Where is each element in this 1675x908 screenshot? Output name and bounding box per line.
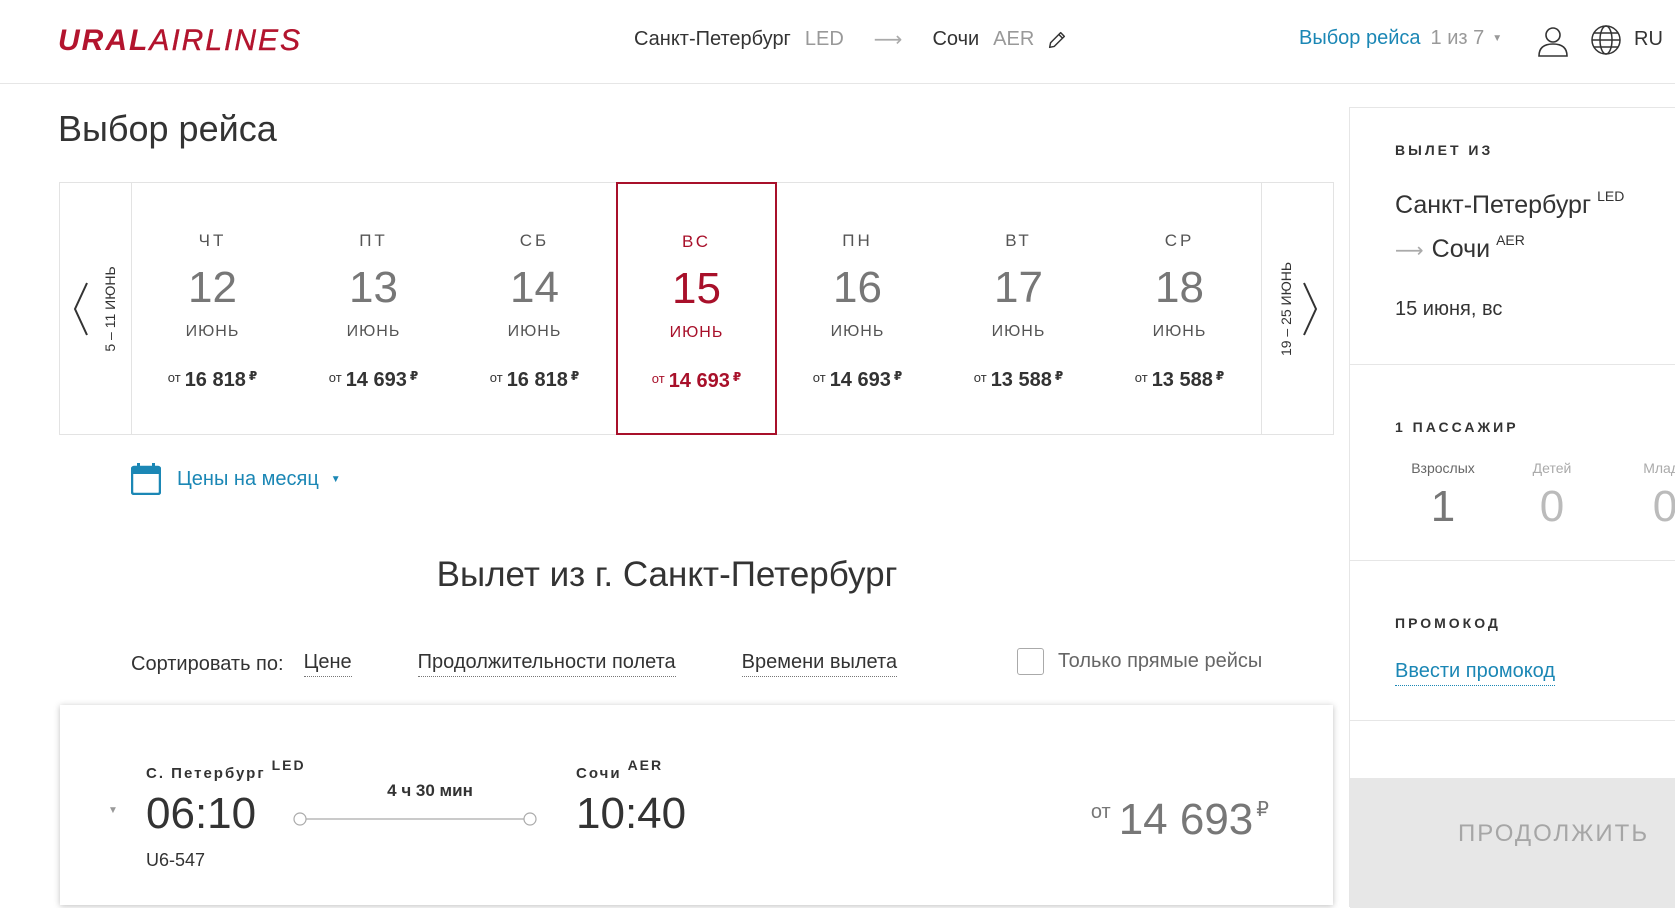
infants-count[interactable]: Младе 0 [1625,460,1675,532]
route-to-code: AER [993,28,1035,50]
flight-card[interactable]: ▼ С. Петербург LED 06:10 U6-547 4 ч 30 ми… [60,705,1333,905]
chevron-right-icon [1303,282,1318,335]
date-price: от 13 588 ₽ [973,369,1064,391]
date-price: от 16 818 ₽ [167,369,258,391]
user-account-icon[interactable] [1536,24,1570,58]
date-option[interactable]: ПТ 13 ИЮНЬ от 14 693 ₽ [293,183,454,434]
continue-button[interactable]: ПРОДОЛЖИТЬ [1350,778,1675,908]
flight-price[interactable]: от 14 693 ₽ [1091,795,1269,845]
sort-label: Сортировать по: [131,652,284,675]
departure-city: С. Петербург LED [146,757,306,782]
step-count: 1 из 7 [1430,27,1485,49]
chevron-down-icon: ▼ [330,473,341,485]
adults-count[interactable]: Взрослых 1 [1403,460,1483,532]
flight-number: U6-547 [146,850,206,870]
chevron-left-icon [73,282,88,335]
date-price: от 14 693 ₽ [812,369,903,391]
passengers-title: 1 ПАССАЖИР [1395,419,1519,435]
route-to-city: Сочи [932,28,980,50]
date-carousel: 5 – 11 ИЮНЬ ЧТ 12 ИЮНЬ от 16 818 ₽ ПТ 13 И… [59,182,1334,435]
departure-title: ВЫЛЕТ ИЗ [1395,142,1494,158]
summary-date: 15 июня, вс [1395,298,1503,320]
page-title: Выбор рейса [58,108,277,149]
date-option[interactable]: СБ 14 ИЮНЬ от 16 818 ₽ [454,183,615,434]
date-price: от 16 818 ₽ [489,369,580,391]
route-from-code: LED [804,28,844,50]
arrival-city: Сочи AER [576,757,664,782]
arrival-time: 10:40 [576,789,687,838]
next-week-button[interactable]: 19 – 25 ИЮНЬ [1261,183,1333,434]
route-arrow-icon: ⟶ [1395,240,1424,262]
promo-title: ПРОМОКОД [1395,615,1501,631]
date-option[interactable]: ВТ 17 ИЮНЬ от 13 588 ₽ [938,183,1099,434]
departure-heading: Вылет из г. Санкт-Петербург [436,555,898,594]
direct-flights-checkbox[interactable] [1017,648,1044,675]
sort-bar: Сортировать по: Цене Продолжительности п… [131,651,898,677]
route-summary[interactable]: Санкт-Петербург LED ⟶ Сочи AER [634,27,1068,52]
summary-to-city: ⟶ Сочи AER [1395,232,1525,263]
sort-by-price[interactable]: Цене [303,651,352,677]
date-option[interactable]: СР 18 ИЮНЬ от 13 588 ₽ [1099,183,1260,434]
date-option-selected[interactable]: ВС 15 ИЮНЬ от 14 693 ₽ [616,182,777,435]
calendar-icon [131,463,161,495]
sort-by-departure-time[interactable]: Времени вылета [741,651,898,677]
booking-summary-panel: ВЫЛЕТ ИЗ Санкт-Петербург LED ⟶ Сочи AER 15 … [1349,107,1675,908]
top-header: URALAIRLINES Санкт-Петербург LED ⟶ Сочи … [0,0,1675,84]
ural-airlines-logo[interactable]: URALAIRLINES [58,24,302,58]
children-count[interactable]: Детей 0 [1512,460,1592,532]
next-week-label: 19 – 25 ИЮНЬ [1278,261,1294,356]
chevron-down-icon: ▼ [1492,33,1503,44]
month-prices-label: Цены на месяц [177,467,319,490]
flight-route-line [293,812,537,826]
promo-section: ПРОМОКОД [1350,561,1675,721]
date-option[interactable]: ЧТ 12 ИЮНЬ от 16 818 ₽ [132,183,293,434]
enter-promo-link[interactable]: Ввести промокод [1395,660,1556,686]
month-prices-toggle[interactable]: Цены на месяц ▼ [131,463,341,495]
prev-week-button[interactable]: 5 – 11 ИЮНЬ [60,183,132,434]
summary-from-city: Санкт-Петербург LED [1395,188,1625,219]
expand-caret-icon[interactable]: ▼ [108,805,118,816]
date-price: от 13 588 ₽ [1134,369,1225,391]
language-selector[interactable]: RU [1634,28,1663,51]
edit-pencil-icon[interactable] [1046,29,1068,51]
step-selector[interactable]: Выбор рейса 1 из 7 ▼ [1299,27,1502,50]
step-label: Выбор рейса [1299,27,1421,49]
departure-summary: ВЫЛЕТ ИЗ Санкт-Петербург LED ⟶ Сочи AER 15 … [1350,108,1675,365]
globe-icon[interactable] [1590,24,1622,56]
route-arrow-icon: ⟶ [873,29,903,51]
date-price: от 14 693 ₽ [651,370,742,392]
direct-flights-label: Только прямые рейсы [1058,650,1263,672]
prev-week-label: 5 – 11 ИЮНЬ [102,265,118,352]
flight-duration: 4 ч 30 мин [387,781,473,800]
date-option[interactable]: ПН 16 ИЮНЬ от 14 693 ₽ [777,183,938,434]
sort-by-duration[interactable]: Продолжительности полета [417,651,676,677]
departure-time: 06:10 [146,789,257,838]
route-from-city: Санкт-Петербург [634,28,791,50]
date-price: от 14 693 ₽ [328,369,419,391]
direct-flights-filter[interactable]: Только прямые рейсы [1017,648,1262,675]
